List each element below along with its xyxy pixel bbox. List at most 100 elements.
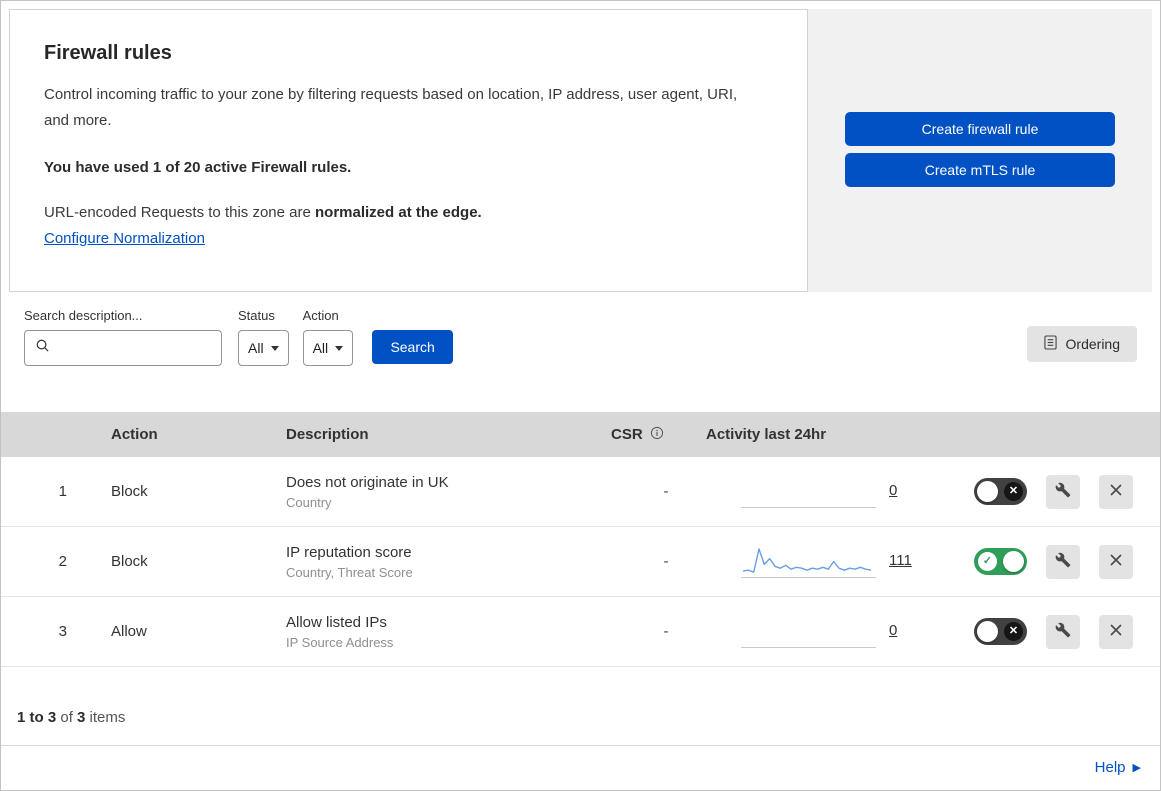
rule-enabled-toggle[interactable]: ✕ <box>974 478 1027 505</box>
activity-count-link[interactable]: 111 <box>889 552 912 578</box>
close-icon <box>1109 553 1123 570</box>
pagination-range: 1 to 3 <box>17 709 57 726</box>
header-activity: Activity last 24hr <box>706 426 827 443</box>
toggle-knob <box>1003 551 1024 572</box>
page-title: Firewall rules <box>44 42 172 64</box>
table-row: 2 Block IP reputation score Country, Thr… <box>1 527 1160 597</box>
table-header: Action Description CSR Activity last 24h… <box>1 412 1160 457</box>
edit-rule-button[interactable] <box>1046 474 1080 509</box>
page-description: Control incoming traffic to your zone by… <box>44 86 738 130</box>
rule-description-cell: IP reputation score Country, Threat Scor… <box>266 544 591 580</box>
rule-action: Allow <box>111 623 147 640</box>
wrench-icon <box>1055 552 1071 571</box>
action-select-value: All <box>312 340 329 356</box>
status-select-value: All <box>248 340 264 356</box>
rule-priority: 3 <box>58 623 67 640</box>
configure-normalization-link[interactable]: Configure Normalization <box>44 230 205 247</box>
normalization-prefix: URL-encoded Requests to this zone are <box>44 203 315 221</box>
edit-rule-button[interactable] <box>1046 544 1080 579</box>
filters-bar: Search description... Status All Action … <box>1 292 1160 412</box>
create-mtls-rule-button[interactable]: Create mTLS rule <box>845 153 1115 187</box>
normalization-text: URL-encoded Requests to this zone are no… <box>44 204 773 221</box>
pagination-summary: 1 to 3 of 3 items <box>1 667 1160 742</box>
delete-rule-button[interactable] <box>1099 614 1133 649</box>
intro-card: Firewall rules Control incoming traffic … <box>9 9 808 292</box>
rule-controls: ✕ <box>931 474 1160 509</box>
firewall-rules-page: Firewall rules Control incoming traffic … <box>0 0 1161 791</box>
activity-count-link[interactable]: 0 <box>889 622 897 648</box>
wrench-icon <box>1055 482 1071 501</box>
status-select[interactable]: All <box>238 330 289 366</box>
header-csr: CSR <box>591 426 686 444</box>
rule-activity-cell: 111 <box>686 545 931 578</box>
rule-fields: Country <box>286 494 332 510</box>
ordering-button-label: Ordering <box>1065 336 1120 352</box>
rule-enabled-toggle[interactable]: ✓ <box>974 548 1027 575</box>
wrench-icon <box>1055 622 1071 641</box>
search-button[interactable]: Search <box>372 330 454 364</box>
delete-rule-button[interactable] <box>1099 544 1133 579</box>
action-label: Action <box>302 308 339 323</box>
create-firewall-rule-button[interactable]: Create firewall rule <box>845 112 1115 146</box>
activity-count-link[interactable]: 0 <box>889 482 897 508</box>
activity-sparkline <box>741 475 876 508</box>
action-select[interactable]: All <box>302 330 354 366</box>
usage-summary: You have used 1 of 20 active Firewall ru… <box>44 158 352 176</box>
rule-fields: IP Source Address <box>286 634 394 650</box>
close-icon <box>1109 623 1123 640</box>
rule-fields: Country, Threat Score <box>286 564 413 580</box>
toggle-knob <box>977 481 998 502</box>
action-group: Action All <box>302 308 354 366</box>
delete-rule-button[interactable] <box>1099 474 1133 509</box>
search-input[interactable] <box>58 340 211 356</box>
rule-controls: ✕ <box>931 614 1160 649</box>
help-link[interactable]: Help ▶ <box>1095 759 1141 776</box>
header-description: Description <box>286 426 369 443</box>
rule-description: IP reputation score <box>286 543 412 561</box>
rule-activity-cell: 0 <box>686 475 931 508</box>
table-row: 3 Allow Allow listed IPs IP Source Addre… <box>1 597 1160 667</box>
edit-rule-button[interactable] <box>1046 614 1080 649</box>
pagination-items-label: items <box>85 709 126 726</box>
rule-controls: ✓ <box>931 544 1160 579</box>
toggle-state-icon: ✕ <box>1004 482 1023 501</box>
status-group: Status All <box>238 308 289 366</box>
rule-description: Does not originate in UK <box>286 473 449 491</box>
ordering-list-icon <box>1043 335 1057 353</box>
help-link-label: Help <box>1094 759 1126 776</box>
toggle-state-icon: ✓ <box>978 552 997 571</box>
normalization-bold: normalized at the edge. <box>315 203 482 221</box>
arrow-right-icon: ▶ <box>1132 762 1141 774</box>
rule-priority: 2 <box>58 553 67 570</box>
chevron-down-icon <box>270 345 279 351</box>
rule-description-cell: Allow listed IPs IP Source Address <box>266 614 591 650</box>
actions-panel: Create firewall rule Create mTLS rule <box>808 9 1152 292</box>
rule-action: Block <box>111 553 148 570</box>
rule-csr: - <box>663 483 669 500</box>
close-icon <box>1109 483 1123 500</box>
info-icon[interactable] <box>650 426 664 444</box>
chevron-down-icon <box>335 345 344 351</box>
help-bar: Help ▶ <box>1 745 1160 790</box>
ordering-button[interactable]: Ordering <box>1026 326 1137 362</box>
search-box <box>24 330 222 366</box>
search-label: Search description... <box>24 308 143 323</box>
toggle-knob <box>977 621 998 642</box>
search-icon <box>35 338 50 358</box>
toggle-state-icon: ✕ <box>1004 622 1023 641</box>
top-section: Firewall rules Control incoming traffic … <box>1 1 1160 292</box>
rule-csr: - <box>663 623 669 640</box>
header-csr-label: CSR <box>611 426 643 443</box>
rule-activity-cell: 0 <box>686 615 931 648</box>
rule-enabled-toggle[interactable]: ✕ <box>974 618 1027 645</box>
rule-action: Block <box>111 483 148 500</box>
pagination-of: of <box>56 709 78 726</box>
activity-sparkline <box>741 615 876 648</box>
rule-priority: 1 <box>58 483 67 500</box>
rule-description-cell: Does not originate in UK Country <box>266 474 591 510</box>
search-group: Search description... <box>24 308 222 366</box>
rule-csr: - <box>663 553 669 570</box>
status-label: Status <box>238 308 275 323</box>
header-action: Action <box>111 426 158 443</box>
table-row: 1 Block Does not originate in UK Country… <box>1 457 1160 527</box>
